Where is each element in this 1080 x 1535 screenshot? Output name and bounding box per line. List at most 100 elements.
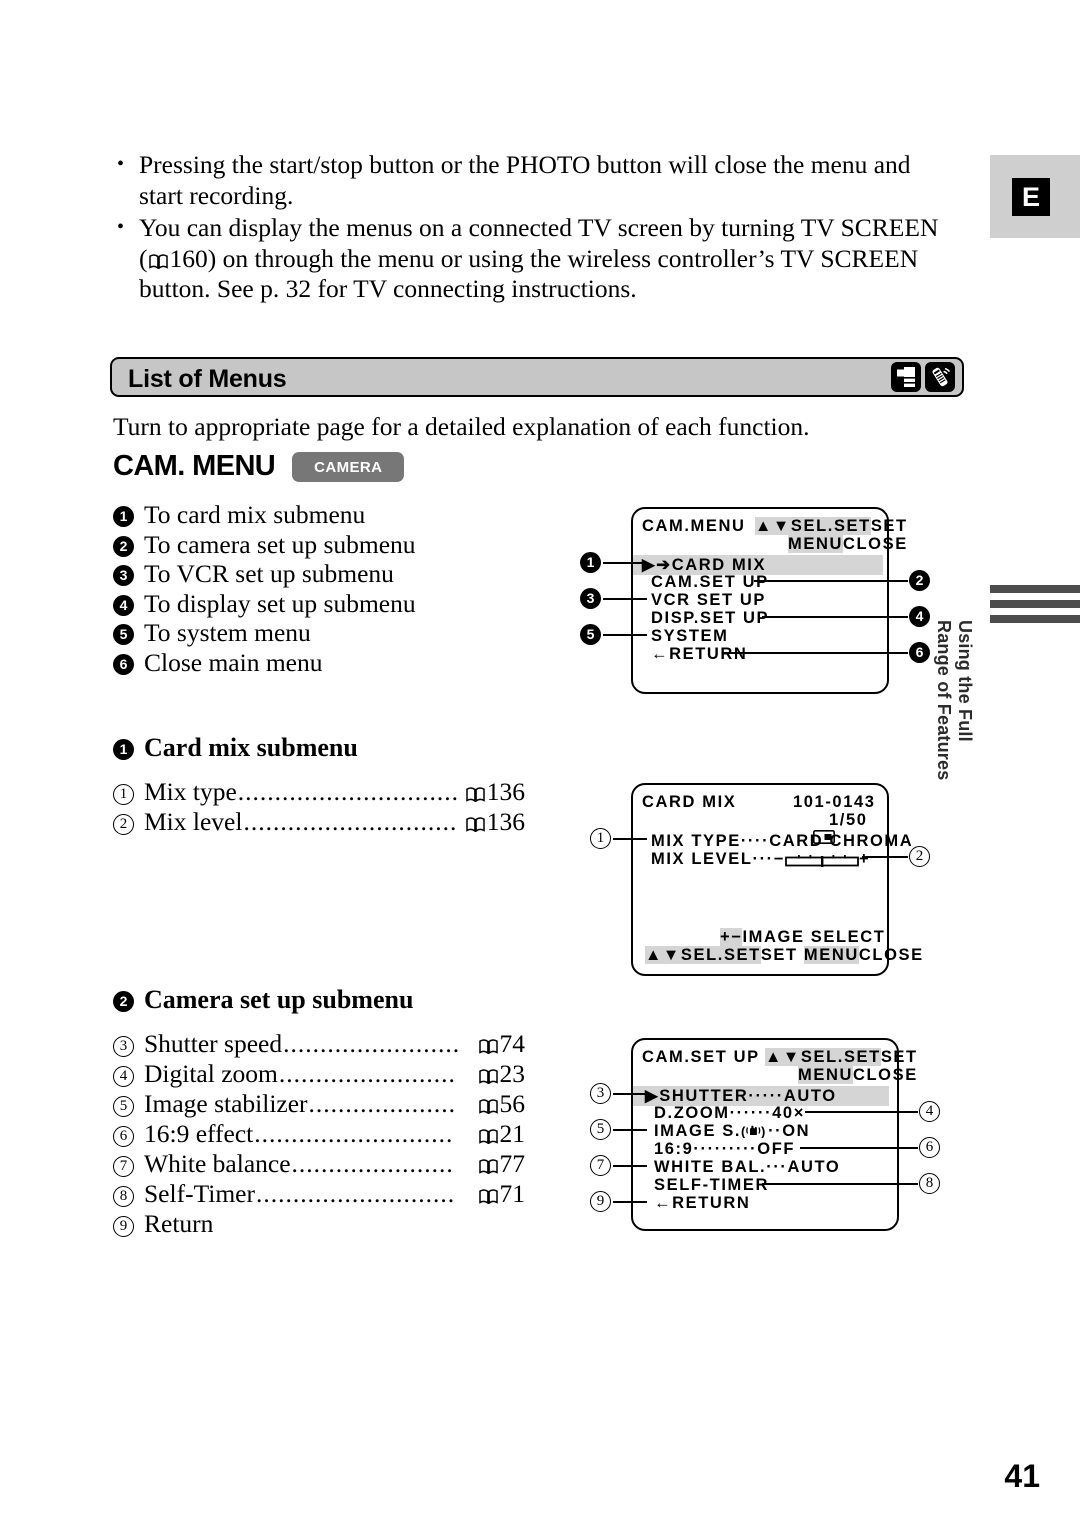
card-mix-submenu-block: 1 Card mix submenu 1 Mix type ..........… [113,733,543,837]
legend-marker: 4 [113,594,134,616]
list-item: 7 White balance ...................... 7… [113,1149,525,1179]
camera-setup-submenu-block: 2 Camera set up submenu 3 Shutter speed … [113,985,543,1239]
legend-label: To camera set up submenu [144,529,416,559]
lcd-footer-plusminus-key: +− [720,928,743,946]
callout-marker-1: 1 [590,828,611,849]
callout-leader [613,838,647,840]
leader-dots: ........................... [254,1119,454,1148]
section-header-bar: List of Menus [110,357,964,397]
leader-dots: ............................. [243,807,458,836]
lcd-frame-count: 1/50 [829,811,868,829]
lcd-file-number: 101-0143 [793,793,876,811]
lcd-menu-item-disp-set-up[interactable]: DISP.SET UP [651,609,769,628]
legend-marker: 1 [113,739,134,760]
callout-leader [613,1165,647,1167]
lcd-menu-item-vcr-set-up[interactable]: VCR SET UP [651,591,766,610]
reference-label: Shutter speed [144,1029,283,1058]
lcd-hint-sel: ▲▼SEL. [765,1048,844,1066]
callout-marker-5: 5 [590,1119,611,1140]
intro-bullet-2-line1: You can display the menus on a connected… [139,213,939,242]
lcd-row-return[interactable]: ←RETURN [654,1194,750,1213]
callout-leader [603,634,647,636]
language-tab: E [990,155,1080,238]
intro-bullet-2-line3: button. See p. 32 for TV connecting inst… [139,274,637,303]
lcd-row-16-9[interactable]: 16:9·········OFF [654,1140,795,1159]
callout-leader [613,1093,647,1095]
reference-page: 136 [486,807,525,836]
reference-page: 74 [499,1029,526,1058]
book-reference-icon [478,1189,498,1204]
callout-leader [862,856,908,858]
intro-bullet-1-line2: start recording. [139,180,294,210]
book-reference-icon [466,817,485,832]
callout-marker-4: 4 [909,606,930,627]
leader-dots: ........................... [255,1179,456,1208]
reference-label: Image stabilizer [144,1089,308,1118]
list-item: 5 To system menu [113,618,543,648]
card-mix-submenu-heading: 1 Card mix submenu [113,733,543,763]
lcd-title: CAM.SET UP [642,1048,760,1066]
intro-bullet-2: You can display the menus on a connected… [113,212,958,305]
lcd-row-mix-type[interactable]: MIX TYPE····CARD CHROMA [651,832,913,851]
lcd-row-image-stabilizer-label: IMAGE S. [654,1122,742,1140]
lcd-row-image-stabilizer[interactable]: IMAGE S.() ··ON [654,1122,810,1141]
leader-dots: ........................ [278,1059,456,1088]
legend-marker: 2 [113,991,134,1012]
lcd-menu-item-system[interactable]: SYSTEM [651,627,728,646]
list-item: 5 Image stabilizer .................... … [113,1089,525,1119]
mix-level-plus: + [859,850,871,868]
legend-marker: 6 [113,653,134,675]
chapter-bar [990,615,1080,623]
lcd-menu-item-cam-set-up[interactable]: CAM.SET UP [651,573,769,592]
lcd-footer-menu-key: MENU [803,946,859,964]
camera-setup-submenu-heading: 2 Camera set up submenu [113,985,543,1015]
callout-leader [762,616,908,618]
intro-bullet-1: Pressing the start/stop button or the PH… [113,149,958,211]
leader-dots: .............................. [237,777,460,806]
wireless-controller-icon [925,362,955,392]
legend-marker: 9 [113,1216,134,1237]
reference-label: Mix type [144,777,237,806]
callout-leader [722,652,908,654]
lcd-row-self-timer[interactable]: SELF-TIMER [654,1176,769,1195]
lcd-footer-image-select-label: IMAGE SELECT [742,928,886,946]
lcd-row-mix-level-label: MIX LEVEL··· [651,850,774,868]
cam-menu-heading: CAM. MENU [113,450,276,482]
lcd-row-white-balance[interactable]: WHITE BAL.···AUTO [654,1158,840,1177]
list-item: 2 Mix level ............................… [113,807,525,837]
lcd-hint-set-label: SET [870,517,908,535]
lcd-menu-item-card-mix[interactable]: ▶➔CARD MIX [633,555,883,575]
lcd-row-shutter[interactable]: ▶SHUTTER·····AUTO [633,1086,889,1106]
intro-bullets: Pressing the start/stop button or the PH… [113,149,958,307]
mix-level-minus: − [773,850,786,868]
callout-marker-5: 5 [580,624,601,645]
legend-label: To card mix submenu [144,500,366,529]
lcd-footer-line2: ▲▼SEL.SETSET MENUCLOSE [645,946,924,965]
legend-marker: 3 [113,565,134,586]
legend-marker: 4 [113,1066,134,1087]
reference-page: 23 [499,1059,526,1088]
book-reference-icon [478,1129,498,1144]
legend-marker: 7 [113,1156,134,1177]
legend-marker: 2 [113,814,134,835]
lcd-row-digital-zoom[interactable]: D.ZOOM······40× [654,1104,805,1123]
callout-marker-6: 6 [919,1137,940,1158]
reference-label: Self-Timer [144,1179,255,1208]
lcd-cam-menu-screen: CAM.MENU ▲▼SEL.SETSET MENUCLOSE ▶➔CARD M… [631,507,906,694]
lcd-menu-item-return[interactable]: ←RETURN [651,645,747,664]
svg-text:): ) [761,1124,767,1138]
chapter-bars [990,585,1080,630]
lcd-hint-menu-key: MENU [788,535,843,553]
camcorder-icon [891,362,921,392]
chapter-bar [990,600,1080,608]
callout-marker-7: 7 [590,1155,611,1176]
list-item: 1 Mix type .............................… [113,777,525,807]
callout-leader [762,1183,918,1185]
lcd-row-mix-level[interactable]: MIX LEVEL···− + [651,850,870,869]
lcd-footer-set-label: SET [760,946,804,964]
callout-leader [805,1111,918,1113]
mix-level-slider[interactable] [785,853,859,872]
list-item: 3 To VCR set up submenu [113,559,543,589]
book-reference-icon [466,787,485,802]
intro-bullet-1-line1: Pressing the start/stop button or the PH… [139,150,911,179]
